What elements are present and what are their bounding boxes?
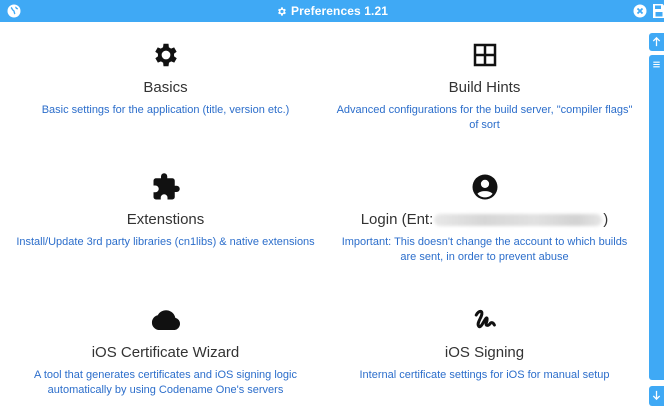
login-label-suffix: ) (603, 211, 609, 228)
save-icon[interactable] (652, 3, 664, 19)
login-item[interactable]: Login (Ent:) Important: This doesn't cha… (327, 172, 642, 265)
drag-handle-icon (653, 61, 660, 68)
ios-signing-description: Internal certificate settings for iOS fo… (359, 369, 610, 381)
build-hints-description: Advanced configurations for the build se… (336, 104, 633, 131)
ios-certificate-wizard-label: iOS Certificate Wizard (91, 344, 240, 361)
basics-item[interactable]: Basics Basic settings for the applicatio… (8, 40, 323, 118)
login-label: Login (Ent:) (327, 211, 642, 229)
puzzle-icon (153, 173, 180, 200)
scrollbar[interactable] (649, 28, 664, 414)
login-description: Important: This doesn't change the accou… (341, 236, 628, 263)
ios-certificate-wizard-item[interactable]: iOS Certificate Wizard A tool that gener… (8, 305, 323, 398)
gear-icon (154, 43, 177, 67)
scroll-down-button[interactable] (649, 386, 664, 406)
grid-icon (473, 43, 496, 67)
arrow-down-icon (652, 390, 661, 401)
login-label-prefix: Login (Ent: (360, 211, 434, 228)
build-hints-item[interactable]: Build Hints Advanced configurations for … (327, 40, 642, 133)
extensions-description: Install/Update 3rd party libraries (cn1l… (16, 236, 315, 248)
basics-description: Basic settings for the application (titl… (41, 104, 290, 116)
redacted-account (434, 214, 603, 227)
cloud-icon (151, 310, 180, 330)
basics-label: Basics (143, 79, 188, 96)
window-title-text: Preferences 1.21 (290, 4, 388, 18)
window-title: Preferences 1.21 (0, 0, 664, 22)
gear-icon (278, 6, 286, 16)
ios-certificate-wizard-description: A tool that generates certificates and i… (34, 369, 297, 396)
account-circle-icon (472, 174, 497, 200)
scroll-up-button[interactable] (649, 33, 664, 51)
build-hints-label: Build Hints (448, 79, 521, 96)
ios-signing-label: iOS Signing (444, 344, 525, 361)
title-bar: Preferences 1.21 (0, 0, 664, 22)
extensions-item[interactable]: Extenstions Install/Update 3rd party lib… (8, 172, 323, 250)
arrow-up-icon (652, 36, 661, 47)
signature-icon (474, 309, 496, 329)
scroll-thumb[interactable] (649, 55, 664, 380)
extensions-label: Extenstions (126, 211, 205, 228)
ios-signing-item[interactable]: iOS Signing Internal certificate setting… (327, 305, 642, 383)
close-icon[interactable] (633, 4, 647, 18)
